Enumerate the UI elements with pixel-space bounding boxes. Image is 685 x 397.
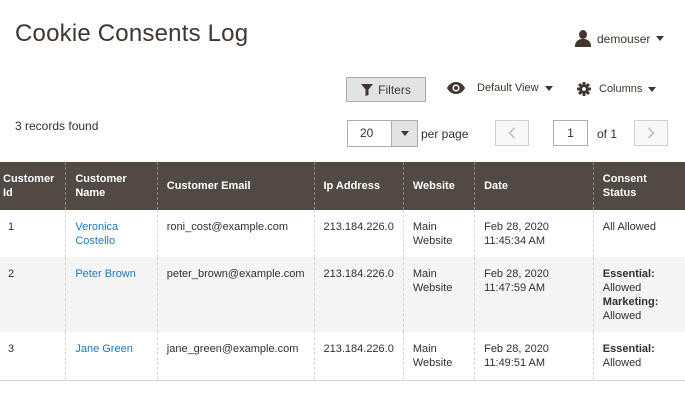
consent-type-label: Essential: — [602, 343, 655, 355]
records-count: 3 records found — [15, 119, 99, 133]
chevron-down-icon — [544, 85, 553, 91]
cell-website: Main Website — [402, 257, 475, 332]
chevron-down-icon — [400, 131, 409, 136]
cell-customer-email: roni_cost@example.com — [156, 210, 314, 257]
consent-type-label: Essential: — [602, 268, 655, 280]
cell-date: Feb 28, 2020 11:49:51 AM — [474, 332, 594, 381]
cell-customer-id: 2 — [0, 257, 66, 332]
previous-page-button[interactable] — [495, 120, 529, 146]
column-header-customer-id[interactable]: Customer Id — [0, 162, 66, 210]
cell-customer-email: peter_brown@example.com — [156, 257, 314, 332]
view-selector[interactable]: Default View — [447, 82, 553, 94]
cell-ip-address: 213.184.226.0 — [313, 210, 404, 257]
cell-date: Feb 28, 2020 11:47:59 AM — [474, 257, 594, 332]
grid-header-row: Customer Id Customer Name Customer Email… — [0, 162, 685, 210]
filters-button[interactable]: Filters — [346, 77, 426, 102]
column-header-date[interactable]: Date — [474, 162, 594, 210]
consents-grid: Customer Id Customer Name Customer Email… — [0, 162, 685, 381]
view-label: Default View — [477, 82, 539, 94]
consent-type-value: Allowed — [602, 282, 642, 294]
cell-customer-id: 3 — [0, 332, 66, 381]
columns-control[interactable]: Columns — [577, 82, 657, 96]
table-row: 2 Peter Brown peter_brown@example.com 21… — [0, 257, 685, 332]
customer-name-link[interactable]: Veronica Costello — [75, 221, 118, 247]
funnel-icon — [361, 83, 374, 96]
user-name: demouser — [597, 31, 651, 46]
cell-ip-address: 213.184.226.0 — [313, 257, 404, 332]
cell-customer-email: jane_green@example.com — [156, 332, 314, 381]
per-page-label: per page — [421, 127, 469, 141]
page-total: of 1 — [597, 127, 618, 141]
cell-website: Main Website — [402, 210, 475, 257]
table-row: 3 Jane Green jane_green@example.com 213.… — [0, 332, 685, 381]
cell-consent-status: All Allowed — [592, 210, 685, 257]
filters-label: Filters — [378, 82, 411, 97]
gear-icon — [577, 82, 591, 96]
user-account-menu[interactable]: demouser — [575, 30, 665, 47]
cell-website: Main Website — [402, 332, 475, 381]
consent-type-value: Allowed — [602, 310, 642, 322]
next-page-button[interactable] — [634, 120, 668, 146]
column-header-consent-status[interactable]: Consent Status — [592, 162, 685, 210]
cell-date: Feb 28, 2020 11:45:34 AM — [474, 210, 594, 257]
per-page-value: 20 — [360, 126, 374, 140]
per-page-select[interactable]: 20 — [347, 120, 418, 147]
chevron-left-icon — [508, 127, 516, 139]
cell-consent-status: Essential: Allowed — [592, 332, 685, 381]
customer-name-link[interactable]: Peter Brown — [75, 268, 136, 280]
cell-consent-status: Essential: Allowed Marketing: Allowed — [592, 257, 685, 332]
cell-customer-id: 1 — [8, 221, 15, 233]
column-header-customer-email[interactable]: Customer Email — [156, 162, 314, 210]
chevron-down-icon — [656, 36, 665, 41]
user-icon — [575, 30, 591, 47]
current-page-input[interactable]: 1 — [553, 120, 588, 146]
eye-icon — [447, 82, 465, 94]
column-header-ip-address[interactable]: Ip Address — [313, 162, 404, 210]
column-header-website[interactable]: Website — [402, 162, 475, 210]
consent-type-label: Marketing: — [602, 296, 659, 308]
column-header-customer-name[interactable]: Customer Name — [65, 162, 158, 210]
table-row: 1 Veronica Costello roni_cost@example.co… — [0, 210, 685, 257]
per-page-toggle[interactable] — [391, 121, 417, 146]
consent-type-value: Allowed — [602, 357, 642, 369]
chevron-right-icon — [647, 127, 655, 139]
customer-name-link[interactable]: Jane Green — [75, 343, 132, 355]
page-title: Cookie Consents Log — [15, 20, 249, 47]
columns-label: Columns — [599, 83, 643, 95]
chevron-down-icon — [648, 86, 657, 92]
cell-ip-address: 213.184.226.0 — [313, 332, 404, 381]
